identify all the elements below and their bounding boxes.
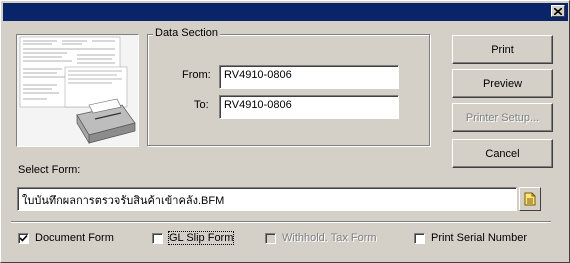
separator: [11, 221, 551, 223]
gl-slip-form-label[interactable]: GL Slip Form: [167, 231, 235, 245]
printer-setup-button[interactable]: Printer Setup...: [452, 103, 553, 132]
title-bar: [3, 3, 568, 21]
document-form-checkbox[interactable]: [18, 233, 29, 244]
print-dialog: Data Section From: RV4910-0806 To: RV491…: [0, 0, 570, 263]
folder-icon: [524, 192, 536, 206]
withhold-tax-form-checkbox[interactable]: [265, 233, 276, 244]
document-preview-thumbnail: [16, 34, 139, 147]
document-form-label[interactable]: Document Form: [35, 232, 114, 244]
select-form-field[interactable]: ใบบันทึกผลการตรวจรับสินค้าเข้าคลัง.BFM: [17, 187, 517, 211]
print-serial-number-checkbox[interactable]: [414, 233, 425, 244]
data-section-title: Data Section: [153, 27, 220, 39]
close-icon: [554, 7, 562, 15]
from-field[interactable]: RV4910-0806: [219, 65, 399, 89]
preview-button[interactable]: Preview: [452, 69, 553, 98]
print-button[interactable]: Print: [452, 35, 553, 64]
select-form-label: Select Form:: [18, 164, 81, 176]
close-button[interactable]: [551, 5, 565, 17]
cancel-button[interactable]: Cancel: [452, 139, 553, 168]
from-label: From:: [182, 69, 211, 81]
to-field[interactable]: RV4910-0806: [219, 95, 399, 119]
print-serial-number-label[interactable]: Print Serial Number: [431, 232, 527, 244]
browse-form-button[interactable]: [519, 187, 541, 211]
data-section-group: [147, 34, 430, 146]
check-mark-icon: [19, 234, 28, 242]
withhold-tax-form-label[interactable]: Withhold. Tax Form: [282, 232, 377, 244]
gl-slip-form-checkbox[interactable]: [152, 233, 163, 244]
to-label: To:: [194, 99, 209, 111]
